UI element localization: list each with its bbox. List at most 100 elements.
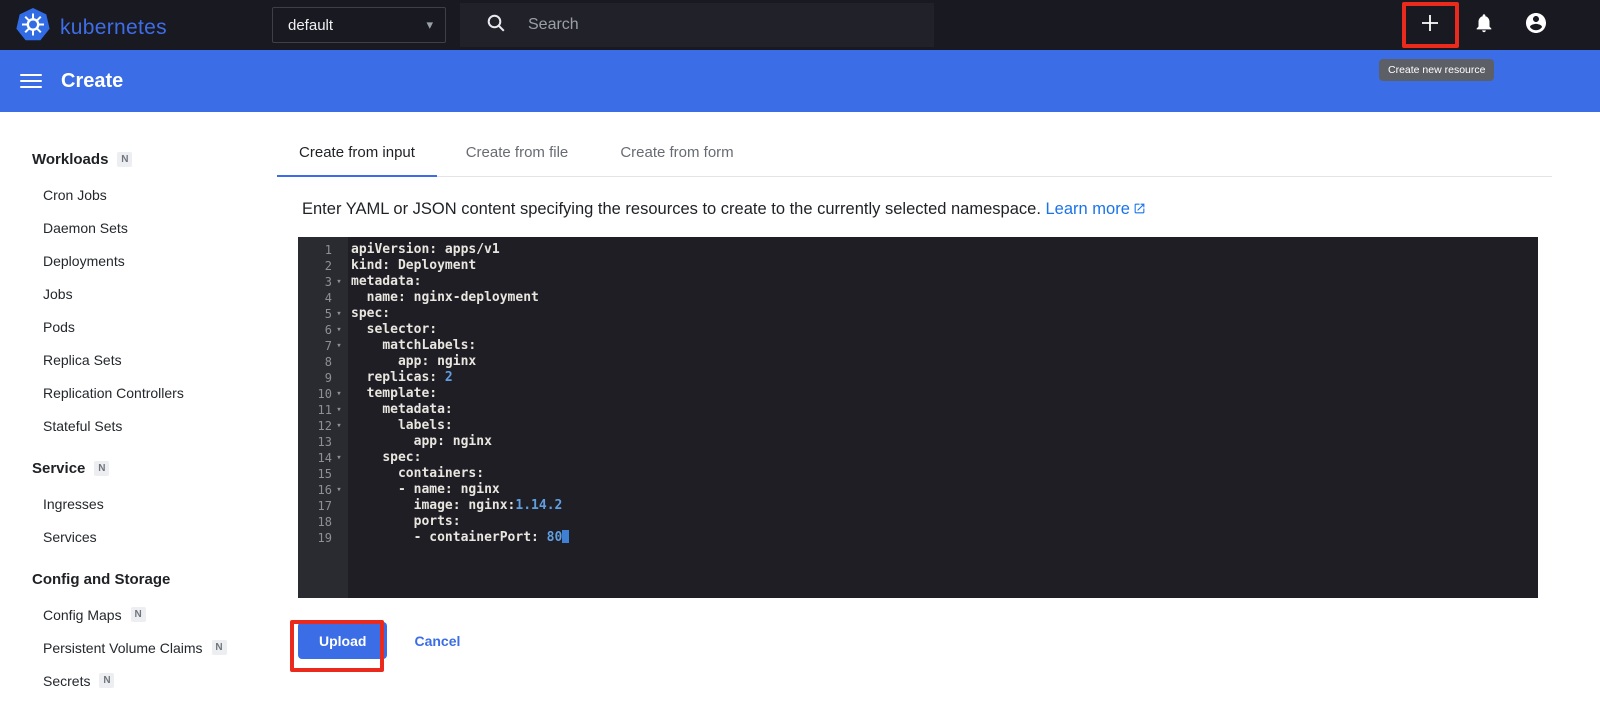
code-token: app: bbox=[413, 434, 445, 449]
editor-line-code: template: bbox=[348, 386, 437, 402]
create-description-text: Enter YAML or JSON content specifying th… bbox=[302, 200, 1041, 218]
menu-icon[interactable] bbox=[20, 70, 42, 92]
namespace-selector[interactable]: default ▾ bbox=[272, 7, 446, 43]
sidebar-item-replication-controllers[interactable]: Replication Controllers bbox=[32, 376, 277, 409]
sidebar-item-stateful-sets[interactable]: Stateful Sets bbox=[32, 409, 277, 442]
plus-icon bbox=[1418, 11, 1442, 40]
fold-arrow-icon[interactable]: ▾ bbox=[332, 322, 346, 338]
create-new-resource-button[interactable] bbox=[1412, 7, 1448, 43]
yaml-editor[interactable]: 1 apiVersion: apps/v1 2 kind: Deployment 3 ▾ m… bbox=[298, 237, 1538, 598]
sidebar-item-daemon-sets[interactable]: Daemon Sets bbox=[32, 211, 277, 244]
learn-more-link[interactable]: Learn more bbox=[1046, 200, 1146, 218]
sidebar-item-persistent-volume-claims[interactable]: Persistent Volume Claims N bbox=[32, 631, 277, 664]
editor-line-gutter: 10 ▾ bbox=[298, 386, 348, 402]
fold-arrow-icon[interactable]: ▾ bbox=[332, 418, 346, 434]
editor-line-gutter: 13 bbox=[298, 434, 348, 450]
line-number: 10 bbox=[317, 387, 332, 401]
sidebar-item-label: Ingresses bbox=[43, 495, 104, 512]
sidebar-item-deployments[interactable]: Deployments bbox=[32, 244, 277, 277]
sidebar-section-service[interactable]: Service N bbox=[32, 449, 277, 487]
create-new-resource-tooltip: Create new resource bbox=[1379, 59, 1495, 81]
editor-line-18: 18 ports: bbox=[298, 514, 1538, 530]
fold-arrow-empty bbox=[332, 290, 346, 306]
code-token: 2 bbox=[437, 370, 453, 385]
cancel-button[interactable]: Cancel bbox=[414, 633, 460, 649]
tab-create-from-form[interactable]: Create from form bbox=[597, 128, 757, 176]
code-token: kind: bbox=[351, 258, 391, 273]
code-token: app: bbox=[397, 354, 430, 369]
editor-lines: 1 apiVersion: apps/v1 2 kind: Deployment 3 ▾ m… bbox=[298, 237, 1538, 546]
code-token: labels: bbox=[397, 418, 453, 433]
editor-line-gutter: 2 bbox=[298, 258, 348, 274]
sidebar-item-ingresses[interactable]: Ingresses bbox=[32, 487, 277, 520]
editor-line-9: 9 replicas: 2 bbox=[298, 370, 1538, 386]
line-number: 18 bbox=[317, 515, 332, 529]
fold-arrow-icon[interactable]: ▾ bbox=[332, 306, 346, 322]
line-number: 7 bbox=[324, 339, 332, 353]
code-token: 1.14.2 bbox=[515, 498, 563, 513]
line-number: 8 bbox=[324, 355, 332, 369]
notifications-button[interactable] bbox=[1466, 7, 1502, 43]
account-circle-icon bbox=[1524, 11, 1548, 40]
code-token: metadata: bbox=[351, 274, 422, 289]
editor-line-code: kind: Deployment bbox=[348, 258, 476, 274]
tab-create-from-file[interactable]: Create from file bbox=[437, 128, 597, 176]
fold-arrow-icon[interactable]: ▾ bbox=[332, 402, 346, 418]
fold-arrow-icon[interactable]: ▾ bbox=[332, 386, 346, 402]
sidebar-section-config-and-storage[interactable]: Config and Storage bbox=[32, 560, 277, 598]
account-menu-button[interactable] bbox=[1518, 7, 1554, 43]
code-token: nginx bbox=[452, 482, 500, 497]
editor-line-gutter: 7 ▾ bbox=[298, 338, 348, 354]
sidebar-item-secrets[interactable]: Secrets N bbox=[32, 664, 277, 697]
editor-line-15: 15 containers: bbox=[298, 466, 1538, 482]
sidebar-item-label: Jobs bbox=[43, 285, 73, 302]
sidebar-item-jobs[interactable]: Jobs bbox=[32, 277, 277, 310]
editor-line-2: 2 kind: Deployment bbox=[298, 258, 1538, 274]
fold-arrow-icon[interactable]: ▾ bbox=[332, 482, 346, 498]
editor-line-gutter: 3 ▾ bbox=[298, 274, 348, 290]
main-content: Create from input Create from file Create … bbox=[277, 112, 1600, 714]
code-token: image: bbox=[413, 498, 461, 513]
code-token: ports: bbox=[413, 514, 461, 529]
line-number: 1 bbox=[324, 243, 332, 257]
code-token: nginx: bbox=[460, 498, 516, 513]
search-input[interactable]: Search bbox=[460, 3, 934, 47]
editor-line-code: replicas: 2 bbox=[348, 370, 453, 386]
sidebar-item-pods[interactable]: Pods bbox=[32, 310, 277, 343]
editor-line-16: 16 ▾ - name: nginx bbox=[298, 482, 1538, 498]
sidebar-section-workloads[interactable]: Workloads N bbox=[32, 140, 277, 178]
fold-arrow-icon[interactable]: ▾ bbox=[332, 450, 346, 466]
editor-line-code: ports: bbox=[348, 514, 461, 530]
sidebar-item-services[interactable]: Services bbox=[32, 520, 277, 553]
editor-line-10: 10 ▾ template: bbox=[298, 386, 1538, 402]
code-token: name: bbox=[366, 290, 406, 305]
editor-line-8: 8 app: nginx bbox=[298, 354, 1538, 370]
editor-line-code: selector: bbox=[348, 322, 437, 338]
namespace-selected-value: default bbox=[288, 16, 334, 34]
tab-create-from-input[interactable]: Create from input bbox=[277, 128, 437, 177]
code-token: selector: bbox=[366, 322, 438, 337]
code-token: nginx-deployment bbox=[405, 290, 539, 305]
sidebar-item-cron-jobs[interactable]: Cron Jobs bbox=[32, 178, 277, 211]
sidebar-section-label: Config and Storage bbox=[32, 570, 171, 588]
editor-line-11: 11 ▾ metadata: bbox=[298, 402, 1538, 418]
code-token: Deployment bbox=[390, 258, 477, 273]
sidebar-item-label: Pods bbox=[43, 318, 75, 335]
kubernetes-logo-brand[interactable]: kubernetes bbox=[15, 7, 167, 48]
app-bar: Create bbox=[0, 50, 1600, 112]
fold-arrow-icon[interactable]: ▾ bbox=[332, 274, 346, 290]
sidebar-item-replica-sets[interactable]: Replica Sets bbox=[32, 343, 277, 376]
sidebar-item-config-maps[interactable]: Config Maps N bbox=[32, 598, 277, 631]
upload-button[interactable]: Upload bbox=[298, 622, 388, 659]
fold-arrow-icon[interactable]: ▾ bbox=[332, 338, 346, 354]
line-number: 12 bbox=[317, 419, 332, 433]
sidebar-item-label: Cron Jobs bbox=[43, 186, 107, 203]
